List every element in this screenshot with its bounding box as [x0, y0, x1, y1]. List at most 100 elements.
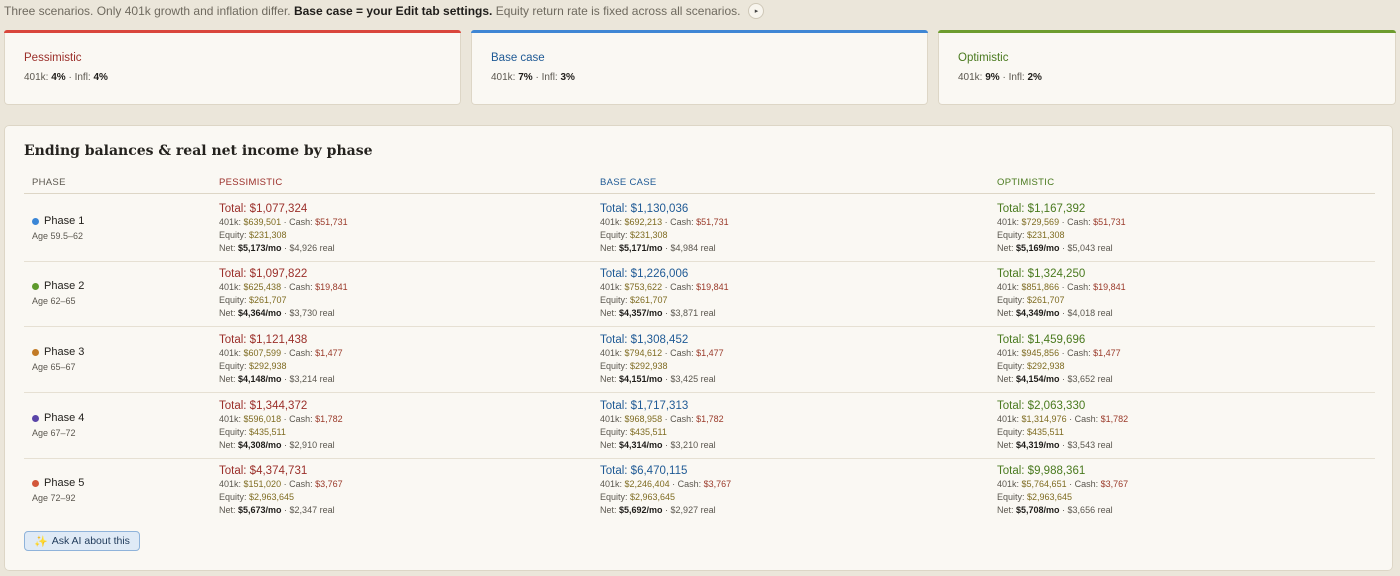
scenario-cell: Total: $6,470,115 401k: $2,246,404 · Cash… — [600, 464, 731, 517]
total-value: Total: $1,121,438 — [219, 334, 308, 346]
scenario-cell: Total: $1,167,392 401k: $729,569 · Cash: … — [997, 202, 1126, 255]
balances-line: 401k: $729,569 · Cash: $51,731 — [997, 217, 1126, 227]
equity-line: Equity: $292,938 — [997, 361, 1065, 371]
ask-ai-label: Ask AI about this — [51, 535, 130, 547]
phase-cell: Phase 3 Age 65–67 — [32, 346, 84, 372]
equity-value: $435,511 — [249, 427, 286, 437]
phase-cell: Phase 1 Age 59.5–62 — [32, 215, 84, 241]
k401-value: $625,438 — [243, 282, 282, 292]
net-line: Net: $4,349/mo · $4,018 real — [997, 308, 1113, 318]
equity-value: $231,308 — [1027, 230, 1065, 240]
scenario-rates: 401k: 9% · Infl: 2% — [958, 72, 1042, 83]
equity-line: Equity: $2,963,645 — [997, 492, 1073, 502]
equity-line: Equity: $231,308 — [997, 230, 1065, 240]
net-line: Net: $4,151/mo · $3,425 real — [600, 374, 716, 384]
phase-dot-icon — [32, 348, 39, 356]
scenario-rates: 401k: 7% · Infl: 3% — [491, 72, 575, 83]
net-value: $5,673/mo — [238, 505, 282, 515]
total-value: Total: $1,077,324 — [219, 203, 308, 215]
equity-line: Equity: $292,938 — [600, 361, 668, 371]
cash-value: $1,782 — [1100, 414, 1129, 424]
k401-value: $968,958 — [624, 414, 663, 424]
real-value: $4,926 real — [289, 243, 335, 253]
equity-line: Equity: $261,707 — [600, 295, 668, 305]
header-phase: Phase — [32, 177, 66, 188]
net-value: $5,173/mo — [238, 243, 282, 253]
equity-value: $2,963,645 — [249, 492, 295, 502]
equity-value: $435,511 — [1027, 427, 1064, 437]
scenario-cell: Total: $1,324,250 401k: $851,866 · Cash: … — [997, 267, 1126, 320]
net-value: $5,169/mo — [1016, 243, 1060, 253]
phase-cell: Phase 2 Age 62–65 — [32, 280, 84, 306]
equity-value: $292,938 — [1027, 361, 1065, 371]
cash-value: $3,767 — [315, 479, 343, 489]
net-value: $4,357/mo — [619, 308, 663, 318]
phase-dot-icon — [32, 282, 39, 290]
balances-line: 401k: $753,622 · Cash: $19,841 — [600, 282, 729, 292]
total-value: Total: $1,324,250 — [997, 268, 1086, 280]
net-line: Net: $4,364/mo · $3,730 real — [219, 308, 335, 318]
total-value: Total: $2,063,330 — [997, 400, 1086, 412]
net-value: $4,148/mo — [238, 374, 282, 384]
net-value: $4,151/mo — [619, 374, 663, 384]
scenario-cell: Total: $1,121,438 401k: $607,599 · Cash: … — [219, 333, 343, 386]
k401-value: $729,569 — [1021, 217, 1060, 227]
net-value: $5,692/mo — [619, 505, 663, 515]
balances-line: 401k: $1,314,976 · Cash: $1,782 — [997, 414, 1129, 424]
balances-line: 401k: $851,866 · Cash: $19,841 — [997, 282, 1126, 292]
equity-value: $292,938 — [630, 361, 668, 371]
intro-text-before: Three scenarios. Only 401k growth and in… — [4, 4, 291, 18]
intro-bold: Base case = your Edit tab settings. — [293, 4, 493, 18]
real-value: $3,214 real — [289, 374, 335, 384]
scenario-cell: Total: $1,459,696 401k: $945,856 · Cash: … — [997, 333, 1121, 386]
net-value: $4,314/mo — [619, 440, 663, 450]
cash-value: $1,782 — [315, 414, 343, 424]
balances-line: 401k: $945,856 · Cash: $1,477 — [997, 348, 1121, 358]
real-value: $2,910 real — [289, 440, 335, 450]
cash-value: $1,782 — [696, 414, 724, 424]
scenario-cell: Total: $1,226,006 401k: $753,622 · Cash: … — [600, 267, 729, 320]
equity-line: Equity: $292,938 — [219, 361, 287, 371]
net-line: Net: $4,319/mo · $3,543 real — [997, 440, 1113, 450]
header-optimistic: Optimistic — [997, 177, 1055, 188]
cash-value: $51,731 — [696, 217, 729, 227]
total-value: Total: $1,097,822 — [219, 268, 308, 280]
balances-line: 401k: $607,599 · Cash: $1,477 — [219, 348, 343, 358]
equity-line: Equity: $231,308 — [600, 230, 668, 240]
phase-age: Age 67–72 — [32, 428, 76, 438]
scenario-cell: Total: $9,988,361 401k: $5,764,651 · Cash… — [997, 464, 1128, 517]
equity-value: $261,707 — [1027, 295, 1065, 305]
cash-value: $1,477 — [1093, 348, 1121, 358]
phase-name: Phase 5 — [32, 477, 84, 489]
card-accent-bar — [938, 30, 1396, 33]
table-row: Phase 5 Age 72–92 Total: $4,374,731 401k: $… — [24, 457, 1375, 523]
equity-value: $292,938 — [249, 361, 287, 371]
phase-cell: Phase 4 Age 67–72 — [32, 412, 84, 438]
intro-text-after: Equity return rate is fixed across all s… — [495, 4, 741, 18]
net-line: Net: $5,673/mo · $2,347 real — [219, 505, 335, 515]
play-icon[interactable]: ▸ — [748, 3, 765, 19]
scenario-name: Pessimistic — [24, 52, 82, 64]
ask-ai-button[interactable]: ✨ Ask AI about this — [24, 531, 140, 551]
cash-value: $3,767 — [1100, 479, 1129, 489]
net-value: $4,154/mo — [1016, 374, 1060, 384]
phase-name: Phase 2 — [32, 280, 84, 292]
equity-line: Equity: $2,963,645 — [219, 492, 295, 502]
phase-dot-icon — [32, 479, 39, 487]
net-line: Net: $5,708/mo · $3,656 real — [997, 505, 1113, 515]
scenario-cell: Total: $1,308,452 401k: $794,612 · Cash: … — [600, 333, 724, 386]
k401-value: $753,622 — [624, 282, 663, 292]
scenario-rates: 401k: 4% · Infl: 4% — [24, 72, 108, 83]
equity-value: $231,308 — [630, 230, 668, 240]
total-value: Total: $1,459,696 — [997, 334, 1086, 346]
net-line: Net: $4,148/mo · $3,214 real — [219, 374, 335, 384]
total-value: Total: $1,226,006 — [600, 268, 689, 280]
equity-line: Equity: $261,707 — [219, 295, 287, 305]
net-value: $5,708/mo — [1016, 505, 1060, 515]
phase-age: Age 65–67 — [32, 362, 76, 372]
panel-title: Ending balances & real net income by pha… — [24, 143, 373, 159]
balances-line: 401k: $692,213 · Cash: $51,731 — [600, 217, 729, 227]
k401-value: $1,314,976 — [1021, 414, 1067, 424]
header-pessimistic: Pessimistic — [219, 177, 283, 188]
equity-value: $2,963,645 — [1027, 492, 1073, 502]
